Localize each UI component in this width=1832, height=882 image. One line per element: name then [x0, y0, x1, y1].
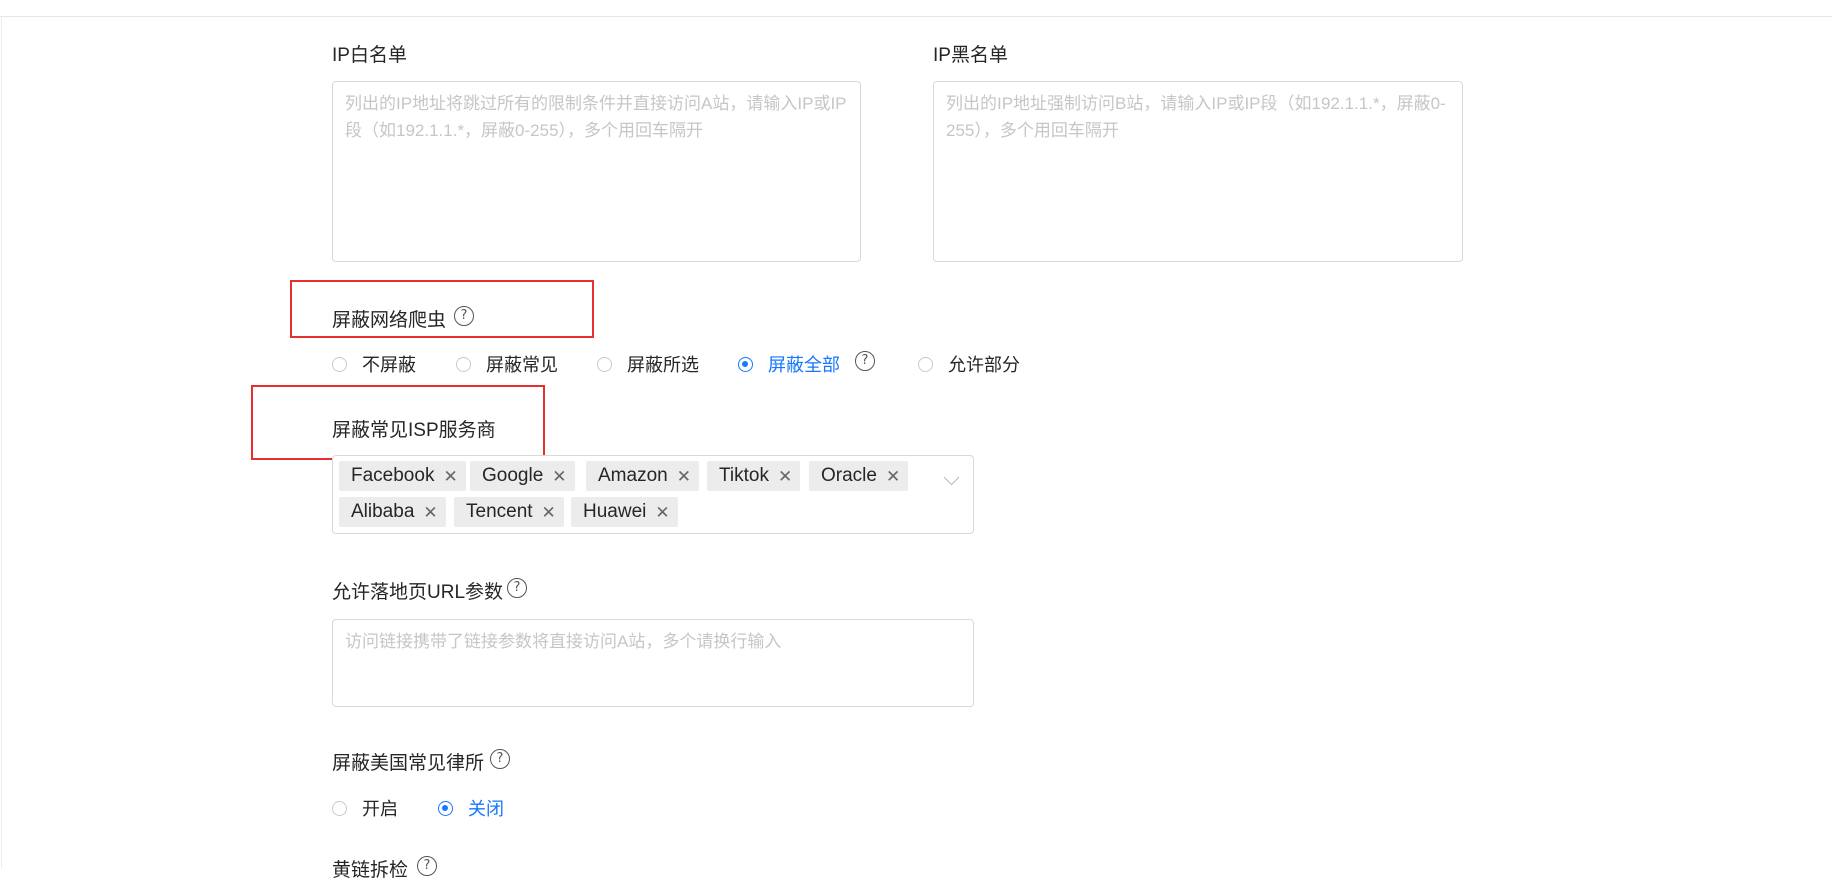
radio-label: 开启 [362, 799, 398, 819]
tag-label: Alibaba [351, 501, 415, 522]
close-icon[interactable]: ✕ [542, 504, 556, 521]
close-icon[interactable]: ✕ [443, 468, 457, 485]
allow-url-params-textarea[interactable] [332, 619, 974, 707]
tag-label: Facebook [351, 465, 435, 486]
radio-label: 允许部分 [948, 355, 1020, 375]
radio-label: 关闭 [468, 799, 504, 819]
radio-off[interactable]: 关闭 [438, 795, 504, 821]
block-us-law-firms-label: 屏蔽美国常见律所 [332, 753, 485, 774]
close-icon[interactable]: ✕ [778, 468, 792, 485]
tag-oracle: Oracle ✕ [809, 461, 909, 491]
ip-whitelist-textarea[interactable] [332, 81, 861, 262]
tag-label: Google [482, 465, 544, 486]
radio-circle [597, 356, 612, 372]
tag-amazon: Amazon ✕ [586, 461, 699, 491]
tag-alibaba: Alibaba ✕ [339, 497, 446, 527]
allow-url-params-label: 允许落地页URL参数 [332, 582, 504, 603]
isp-tag-select[interactable]: Facebook ✕ Google ✕ Amazon ✕ Tiktok ✕ Or… [332, 455, 974, 534]
radio-circle [332, 800, 347, 816]
tag-label: Huawei [583, 501, 647, 522]
radio-on[interactable]: 开启 [332, 795, 398, 821]
radio-no-block[interactable]: 不屏蔽 [332, 351, 416, 377]
radio-circle [456, 356, 471, 372]
radio-circle [738, 356, 753, 372]
close-icon[interactable]: ✕ [677, 468, 691, 485]
ip-blacklist-textarea[interactable] [933, 81, 1463, 262]
tag-label: Oracle [821, 465, 877, 486]
radio-label: 不屏蔽 [362, 355, 416, 375]
radio-label: 屏蔽常见 [486, 355, 558, 375]
tag-label: Tencent [466, 501, 533, 522]
radio-block-selected[interactable]: 屏蔽所选 [597, 351, 699, 377]
question-circle-icon[interactable]: ? [855, 351, 875, 371]
close-icon[interactable]: ✕ [655, 504, 669, 521]
radio-circle [438, 800, 453, 816]
question-circle-icon[interactable]: ? [417, 856, 437, 876]
block-isp-label: 屏蔽常见ISP服务商 [332, 420, 496, 441]
radio-block-common[interactable]: 屏蔽常见 [456, 351, 558, 377]
next-section-label: 黄链拆检 [332, 860, 409, 881]
question-circle-icon[interactable]: ? [507, 578, 527, 598]
radio-circle [918, 356, 933, 372]
radio-block-all[interactable]: 屏蔽全部 [738, 351, 840, 377]
question-circle-icon[interactable]: ? [490, 749, 510, 769]
tag-tencent: Tencent ✕ [454, 497, 564, 527]
ip-blacklist-label: IP黑名单 [933, 45, 1008, 66]
tag-google: Google ✕ [470, 461, 575, 491]
top-divider [0, 16, 1832, 17]
left-divider [1, 16, 2, 868]
close-icon[interactable]: ✕ [423, 504, 437, 521]
tag-label: Tiktok [719, 465, 769, 486]
question-circle-icon[interactable]: ? [454, 306, 474, 326]
radio-label: 屏蔽所选 [627, 355, 699, 375]
close-icon[interactable]: ✕ [886, 468, 900, 485]
radio-label: 屏蔽全部 [768, 355, 840, 375]
close-icon[interactable]: ✕ [552, 468, 566, 485]
tag-facebook: Facebook ✕ [339, 461, 466, 491]
radio-allow-partial[interactable]: 允许部分 [918, 351, 1020, 377]
tag-huawei: Huawei ✕ [571, 497, 678, 527]
chevron-down-icon[interactable] [943, 469, 960, 486]
block-crawler-label: 屏蔽网络爬虫 [332, 310, 447, 331]
tag-tiktok: Tiktok ✕ [707, 461, 801, 491]
ip-whitelist-label: IP白名单 [332, 45, 407, 66]
radio-circle [332, 356, 347, 372]
tag-label: Amazon [598, 465, 668, 486]
